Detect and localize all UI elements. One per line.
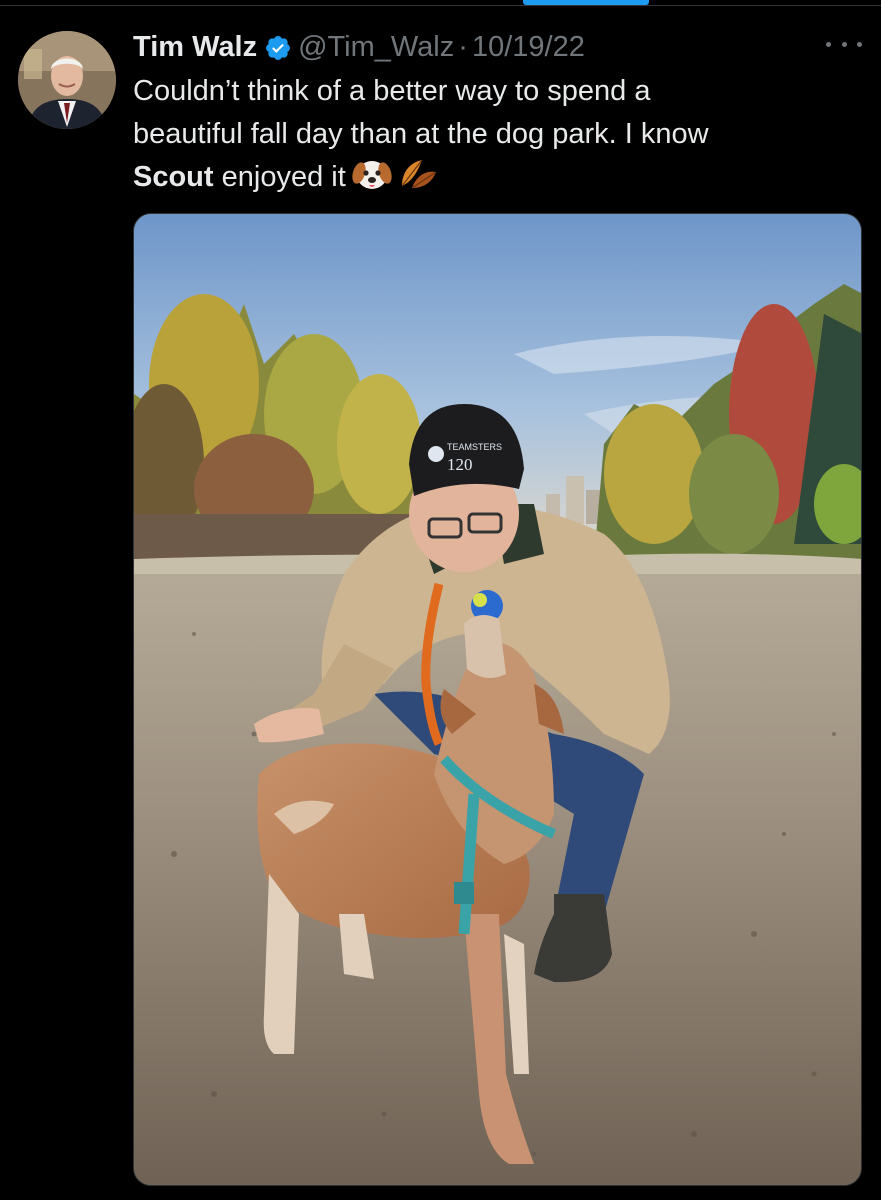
hat-brand-text: TEAMSTERS xyxy=(447,442,502,452)
tweet-text-line: Couldn’t think of a better way to spend … xyxy=(133,75,651,107)
avatar-portrait xyxy=(18,31,116,129)
handle[interactable]: @Tim_Walz xyxy=(298,27,454,67)
dog-face-emoji-icon xyxy=(352,156,392,205)
tweet-photo[interactable]: TEAMSTERS 120 xyxy=(133,213,862,1186)
avatar[interactable] xyxy=(18,31,116,129)
tweet-text-end: enjoyed it xyxy=(213,161,346,193)
fallen-leaf-emoji-icon xyxy=(398,156,438,205)
tweet-text-line: Scout enjoyed it xyxy=(133,156,853,199)
timestamp[interactable]: 10/19/22 xyxy=(472,27,585,67)
scout-name: Scout xyxy=(133,161,214,193)
tweet-text-line: beautiful fall day than at the dog park.… xyxy=(133,118,709,150)
tweet-header: Tim Walz @Tim_Walz · 10/19/22 xyxy=(133,27,585,67)
divider xyxy=(0,5,881,6)
tweet-text: Couldn’t think of a better way to spend … xyxy=(133,70,853,199)
more-options-icon[interactable] xyxy=(826,34,862,54)
dog-park-photo: TEAMSTERS 120 xyxy=(134,214,861,1185)
tweet-screen: Tim Walz @Tim_Walz · 10/19/22 Couldn’t t… xyxy=(0,0,881,1200)
separator: · xyxy=(458,31,468,63)
display-name[interactable]: Tim Walz xyxy=(133,27,257,67)
hat-number-text: 120 xyxy=(447,455,473,474)
verified-badge-icon xyxy=(264,33,292,61)
